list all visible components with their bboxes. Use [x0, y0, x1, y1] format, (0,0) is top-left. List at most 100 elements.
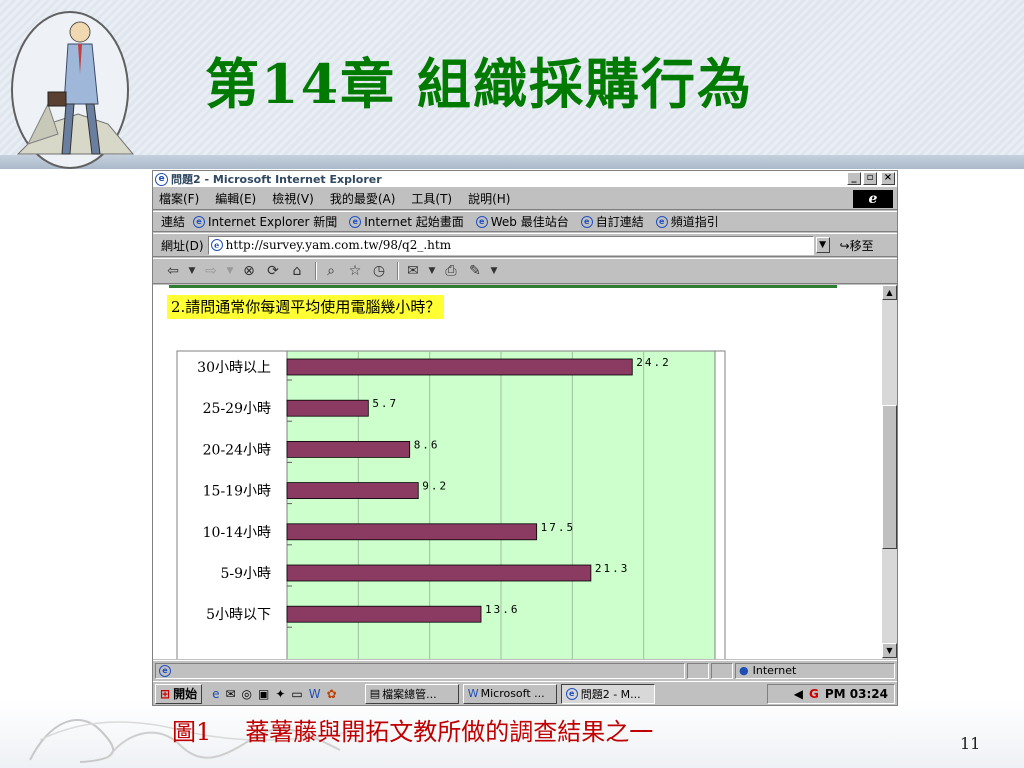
clock: PM 03:24	[824, 687, 888, 701]
menu-help[interactable]: 說明(H)	[468, 190, 510, 207]
address-dropdown-button[interactable]: ▼	[815, 237, 830, 253]
scroll-down-arrow-icon[interactable]: ▼	[882, 643, 897, 658]
task-label: 問題2 - M...	[580, 687, 641, 701]
menu-file[interactable]: 檔案(F)	[159, 190, 199, 207]
window-quicklaunch-icon[interactable]: ▭	[291, 687, 302, 701]
back-icon[interactable]: ⇦	[163, 261, 183, 281]
task-label: Microsoft ...	[480, 687, 545, 700]
status-bar: e ● Internet	[153, 660, 897, 680]
links-bar: 連結 e Internet Explorer 新聞 e Internet 起始畫面 …	[153, 211, 897, 232]
go-button[interactable]: ↪移至	[840, 237, 874, 254]
go-label: 移至	[849, 238, 874, 253]
category-label: 30小時以上	[197, 360, 271, 376]
refresh-icon[interactable]: ⟳	[263, 261, 283, 281]
bar-chart: 30小時以上 24.2 25-29小時 5.7 20-24小時 8.6 15-19小時 9.2…	[176, 350, 726, 659]
address-label: 網址(D)	[161, 238, 204, 253]
category-label: 20-24小時	[203, 442, 271, 458]
edit-icon[interactable]: ✎	[465, 261, 485, 281]
ie-page-icon: e	[565, 687, 578, 700]
bar	[286, 482, 419, 500]
scroll-thumb[interactable]	[882, 405, 897, 549]
menu-edit[interactable]: 編輯(E)	[215, 190, 256, 207]
value-label: 8.6	[414, 438, 440, 451]
category-label: 15-19小時	[203, 484, 271, 500]
bar	[286, 358, 633, 376]
address-bar: 網址(D) e http://survey.yam.com.tw/98/q2_.…	[153, 233, 897, 257]
link-internet-start[interactable]: e Internet 起始畫面	[349, 213, 464, 230]
ie-quicklaunch-icon[interactable]: e	[212, 687, 219, 701]
value-label: 5.7	[372, 397, 398, 410]
category-label: 25-29小時	[203, 401, 271, 417]
link-label: 頻道指引	[670, 215, 719, 229]
mail-dropdown-icon[interactable]: ▼	[427, 261, 437, 281]
task-explorer[interactable]: ▤ 檔案總管...	[364, 683, 459, 704]
close-button[interactable]: ×	[881, 172, 895, 185]
link-label: Internet Explorer 新聞	[208, 215, 338, 229]
window-titlebar[interactable]: e 問題2 - Microsoft Internet Explorer _ ▫ …	[153, 171, 897, 187]
task-word[interactable]: W Microsoft ...	[462, 683, 557, 704]
back-dropdown-icon[interactable]: ▼	[187, 261, 197, 281]
search-icon[interactable]: ⌕	[321, 261, 341, 281]
page-number: 11	[960, 734, 981, 753]
value-label: 24.2	[636, 356, 671, 369]
status-cell-lock	[711, 662, 733, 679]
bar	[286, 440, 411, 458]
browser-window: e 問題2 - Microsoft Internet Explorer _ ▫ …	[152, 170, 898, 706]
ie-page-icon: e	[155, 172, 168, 186]
scroll-up-arrow-icon[interactable]: ▲	[882, 285, 897, 300]
value-label: 13.6	[485, 603, 520, 616]
caption-figure-label: 圖1	[172, 718, 212, 746]
outlook-quicklaunch-icon[interactable]: ✉	[225, 687, 235, 701]
desktop-quicklaunch-icon[interactable]: ▣	[258, 687, 269, 701]
menu-view[interactable]: 檢視(V)	[272, 190, 314, 207]
bar	[286, 399, 369, 417]
menu-favorites[interactable]: 我的最愛(A)	[330, 190, 396, 207]
edit-dropdown-icon[interactable]: ▼	[489, 261, 499, 281]
print-icon[interactable]: ⎙	[441, 261, 461, 281]
paint-quicklaunch-icon[interactable]: ✿	[327, 687, 337, 701]
start-button[interactable]: ⊞ 開始	[155, 683, 203, 704]
address-value: http://survey.yam.com.tw/98/q2_.htm	[225, 238, 452, 252]
windows-taskbar: ⊞ 開始 e ✉ ◎ ▣ ✦ ▭ W ✿ ▤ 檔案總管... W Microsoft …	[153, 681, 897, 705]
ie-throbber-icon: e	[853, 190, 893, 208]
standard-toolbar: ⇦ ▼ ⇨ ▼ ⊗ ⟳ ⌂ ⌕ ☆ ◷ ✉ ▼ ⎙ ✎ ▼	[153, 258, 897, 284]
channels-quicklaunch-icon[interactable]: ◎	[242, 687, 252, 701]
task-ie[interactable]: e 問題2 - M...	[560, 683, 655, 704]
status-cell-progress	[687, 662, 709, 679]
businessman-clipart-icon	[11, 11, 135, 169]
history-icon[interactable]: ◷	[369, 261, 389, 281]
ie-page-icon: e	[349, 215, 362, 228]
status-main: e	[155, 662, 685, 679]
restore-button[interactable]: ▫	[863, 172, 877, 185]
link-channel-guide[interactable]: e 頻道指引	[655, 213, 719, 230]
mail-icon[interactable]: ✉	[403, 261, 423, 281]
quick-launch: e ✉ ◎ ▣ ✦ ▭ W ✿	[212, 687, 343, 701]
slide-caption: 圖1 蕃薯藤與開拓文教所做的調查結果之一	[172, 712, 892, 748]
start-label: 開始	[173, 687, 198, 701]
forward-icon[interactable]: ⇨	[201, 261, 221, 281]
ie-page-icon: e	[655, 215, 668, 228]
minimize-button[interactable]: _	[847, 172, 861, 185]
link-custom[interactable]: e 自訂連結	[580, 213, 644, 230]
forward-dropdown-icon[interactable]: ▼	[225, 261, 235, 281]
menu-tools[interactable]: 工具(T)	[411, 190, 452, 207]
category-label: 10-14小時	[203, 525, 271, 541]
app-quicklaunch-icon[interactable]: ✦	[275, 687, 285, 701]
favorites-icon[interactable]: ☆	[345, 261, 365, 281]
address-input[interactable]: e http://survey.yam.com.tw/98/q2_.htm	[207, 235, 814, 255]
word-quicklaunch-icon[interactable]: W	[309, 687, 321, 701]
volume-icon[interactable]: ◀	[794, 687, 803, 701]
stop-icon[interactable]: ⊗	[239, 261, 259, 281]
link-best-of-web[interactable]: e Web 最佳站台	[475, 213, 569, 230]
menu-bar: 檔案(F) 編輯(E) 檢視(V) 我的最愛(A) 工具(T) 說明(H)	[153, 188, 897, 210]
ime-icon[interactable]: G	[809, 687, 819, 701]
home-icon[interactable]: ⌂	[287, 261, 307, 281]
windows-logo-icon: ⊞	[160, 686, 171, 701]
folder-icon: ▤	[369, 687, 381, 700]
ie-page-icon: e	[159, 664, 171, 677]
zone-label: Internet	[752, 664, 797, 677]
vertical-scrollbar[interactable]: ▲ ▼	[882, 285, 897, 659]
link-ie-news[interactable]: e Internet Explorer 新聞	[193, 213, 337, 230]
bar	[286, 523, 538, 541]
category-label: 5小時以下	[206, 607, 271, 623]
